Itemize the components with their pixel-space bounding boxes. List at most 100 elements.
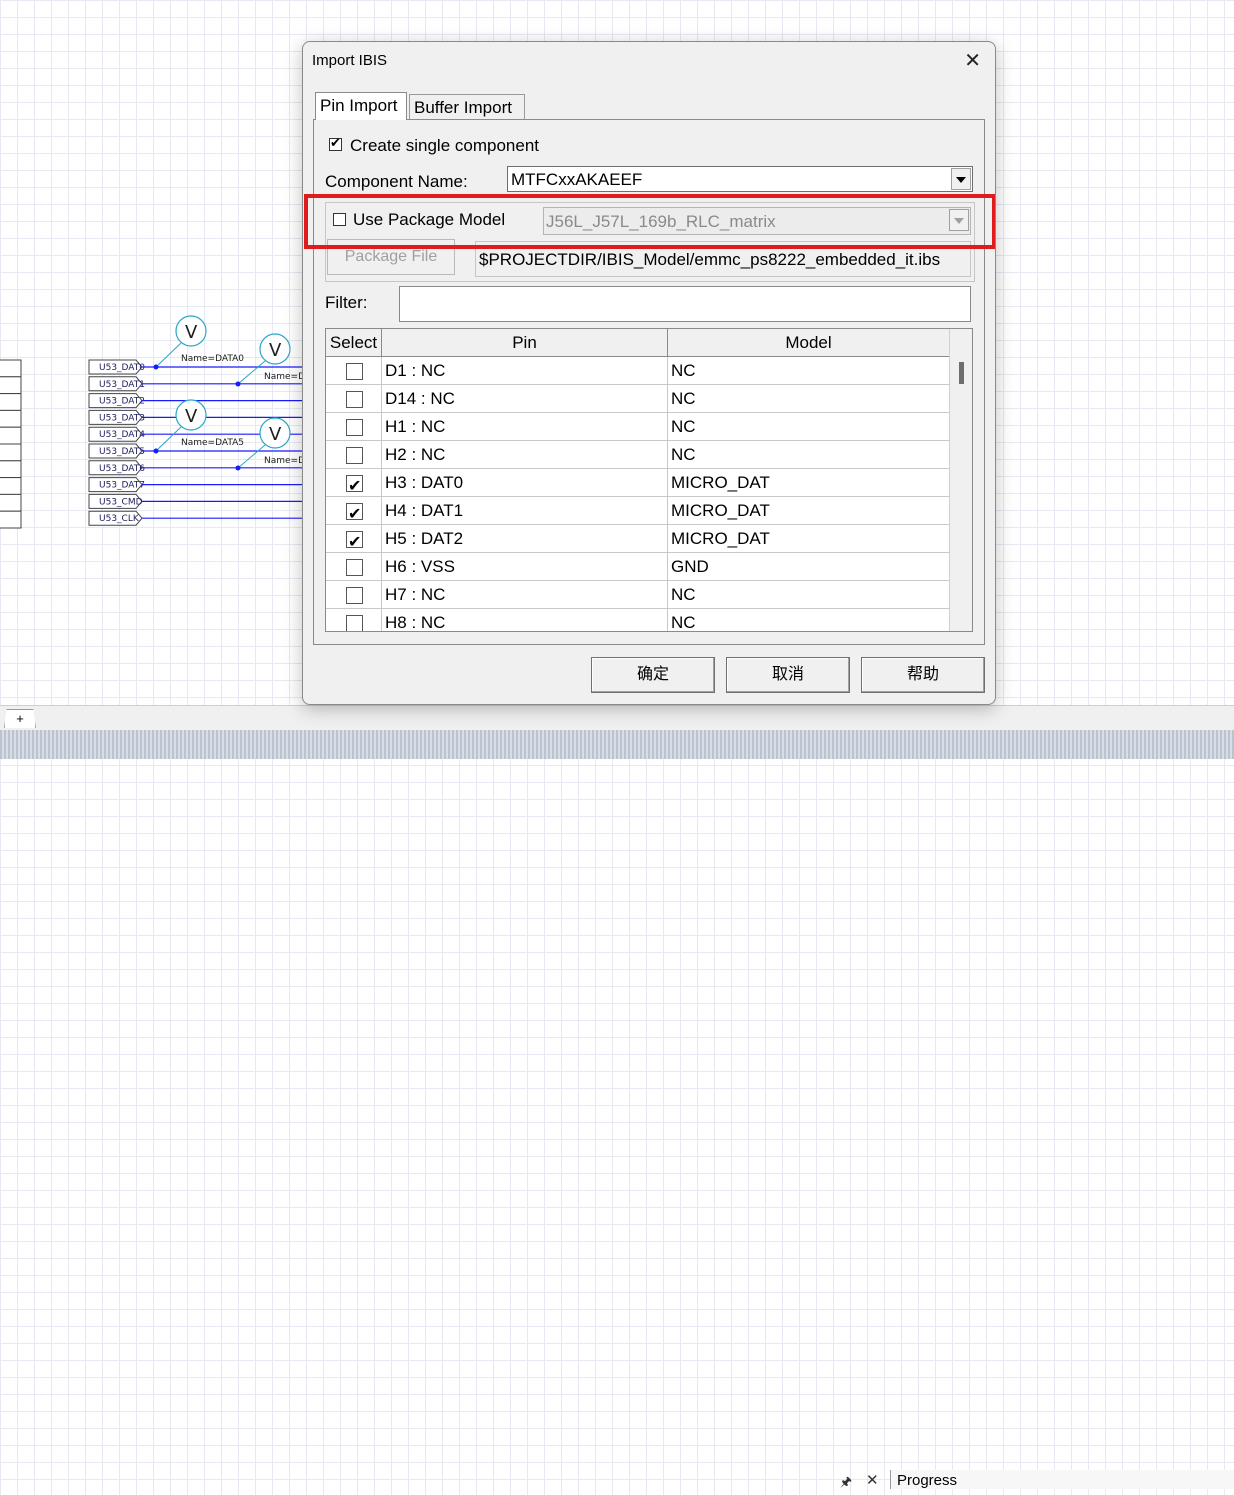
component-name-label: Component Name: — [325, 172, 468, 191]
pin-cell[interactable]: H5 : DAT2 — [382, 525, 668, 553]
pin-label: U53_DAT2 — [99, 397, 145, 407]
row-select-checkbox[interactable] — [346, 419, 363, 436]
model-cell[interactable]: MICRO_DAT — [668, 525, 950, 553]
stub-cell — [0, 443, 22, 462]
row-select-checkbox[interactable] — [346, 391, 363, 408]
table-row[interactable]: D14 : NC NC — [326, 385, 950, 413]
pin-cell[interactable]: H7 : NC — [382, 581, 668, 609]
select-cell[interactable] — [326, 469, 382, 500]
model-cell[interactable]: NC — [668, 581, 950, 609]
close-icon[interactable]: ✕ — [964, 48, 981, 73]
table-row[interactable]: H6 : VSS GND — [326, 553, 950, 581]
component-name-combobox[interactable]: MTFCxxAKAEEF — [507, 166, 973, 192]
pin-label: U53_DAT0 — [99, 363, 145, 373]
stub-cell — [0, 393, 22, 411]
table-row[interactable]: H3 : DAT0MICRO_DAT — [326, 469, 950, 500]
probe-lead — [155, 342, 182, 368]
cancel-button[interactable]: 取消 — [726, 657, 850, 693]
model-cell[interactable]: NC — [668, 385, 950, 413]
row-select-checkbox[interactable] — [346, 529, 363, 556]
table-row[interactable]: H7 : NC NC — [326, 581, 950, 609]
create-single-component-checkbox[interactable] — [329, 135, 342, 151]
model-cell[interactable]: NC — [668, 357, 950, 385]
progress-label: Progress — [897, 1472, 958, 1489]
filter-label: Filter: — [325, 293, 368, 312]
model-cell[interactable]: NC — [668, 609, 950, 631]
select-cell[interactable] — [326, 413, 382, 441]
pin-cell[interactable]: H3 : DAT0 — [382, 469, 668, 497]
select-cell[interactable] — [326, 581, 382, 609]
select-cell[interactable] — [326, 497, 382, 528]
pin-cell[interactable]: H2 : NC — [382, 441, 668, 469]
use-package-model-checkbox[interactable] — [333, 213, 346, 226]
add-sheet-tab[interactable]: + — [4, 709, 36, 728]
junction-dot — [235, 381, 241, 387]
table-row[interactable]: H4 : DAT1MICRO_DAT — [326, 497, 950, 528]
scrollbar-thumb[interactable] — [959, 362, 964, 384]
model-cell[interactable]: NC — [668, 413, 950, 441]
select-cell[interactable] — [326, 609, 382, 631]
help-button[interactable]: 帮助 — [861, 657, 985, 693]
package-model-combobox[interactable]: J56L_J57L_169b_RLC_matrix — [543, 207, 971, 235]
probe-lead — [155, 426, 182, 452]
pin-label: U53_CMD — [99, 497, 143, 507]
probe-symbol: V — [185, 322, 198, 343]
row-select-checkbox[interactable] — [346, 473, 363, 500]
select-cell[interactable] — [326, 553, 382, 581]
model-cell[interactable]: NC — [668, 441, 950, 469]
column-header-model[interactable]: Model — [668, 329, 950, 357]
row-select-checkbox[interactable] — [346, 447, 363, 464]
stub-cell — [0, 477, 22, 495]
vertical-scrollbar[interactable] — [949, 329, 972, 631]
sheet-tab-bar: + — [0, 705, 1234, 730]
model-cell[interactable]: MICRO_DAT — [668, 497, 950, 525]
left-component-stub — [0, 359, 22, 529]
column-header-pin[interactable]: Pin — [382, 329, 668, 357]
dialog-title: Import IBIS — [312, 52, 388, 69]
pin-cell[interactable]: H8 : NC — [382, 609, 668, 631]
select-cell[interactable] — [326, 357, 382, 385]
pin-cell[interactable]: D14 : NC — [382, 385, 668, 413]
table-row[interactable]: H5 : DAT2MICRO_DAT — [326, 525, 950, 556]
row-select-checkbox[interactable] — [346, 615, 363, 631]
package-file-path-value: $PROJECTDIR/IBIS_Model/emmc_ps8222_embed… — [479, 250, 941, 269]
row-select-checkbox[interactable] — [346, 363, 363, 380]
pin-label: U53_DAT3 — [99, 413, 145, 423]
probe-net-name: Name=DATA5 — [181, 438, 244, 448]
chevron-down-icon[interactable] — [951, 168, 971, 190]
grid-header: Select Pin Model — [326, 329, 950, 357]
select-cell[interactable] — [326, 525, 382, 556]
use-package-model-label: Use Package Model — [353, 210, 506, 229]
pin-icon[interactable]: 🖈 — [840, 1473, 852, 1495]
model-cell[interactable]: GND — [668, 553, 950, 581]
package-model-value: J56L_J57L_169b_RLC_matrix — [546, 212, 776, 231]
table-row[interactable]: D1 : NC NC — [326, 357, 950, 385]
table-row[interactable]: H8 : NC NC — [326, 609, 950, 631]
row-select-checkbox[interactable] — [346, 559, 363, 576]
pin-cell[interactable]: H6 : VSS — [382, 553, 668, 581]
create-single-component-label: Create single component — [350, 136, 540, 155]
select-cell[interactable] — [326, 441, 382, 469]
column-header-select[interactable]: Select — [326, 329, 382, 357]
close-icon[interactable]: ✕ — [866, 1471, 879, 1489]
pin-cell[interactable]: D1 : NC — [382, 357, 668, 385]
tab-buffer-import[interactable]: Buffer Import — [409, 94, 525, 119]
ok-button[interactable]: 确定 — [591, 657, 715, 693]
row-select-checkbox[interactable] — [346, 587, 363, 604]
pin-cell[interactable]: H1 : NC — [382, 413, 668, 441]
table-row[interactable]: H1 : NC NC — [326, 413, 950, 441]
stub-cell — [0, 359, 22, 378]
model-cell[interactable]: MICRO_DAT — [668, 469, 950, 497]
progress-panel-tab[interactable]: Progress — [890, 1470, 1234, 1489]
row-select-checkbox[interactable] — [346, 501, 363, 528]
voltage-probe-group: VName=DATA0 VName=DAVName=DATA5 VName=DA — [153, 315, 312, 471]
chevron-down-icon[interactable] — [949, 209, 969, 231]
pin-cell[interactable]: H4 : DAT1 — [382, 497, 668, 525]
filter-input[interactable] — [399, 286, 971, 322]
import-ibis-dialog: Import IBIS ✕ Pin Import Buffer Import C… — [302, 41, 996, 705]
tab-pin-import[interactable]: Pin Import — [315, 92, 407, 120]
table-row[interactable]: H2 : NC NC — [326, 441, 950, 469]
package-file-button[interactable]: Package File — [327, 239, 455, 275]
probe-symbol: V — [185, 406, 198, 427]
select-cell[interactable] — [326, 385, 382, 413]
